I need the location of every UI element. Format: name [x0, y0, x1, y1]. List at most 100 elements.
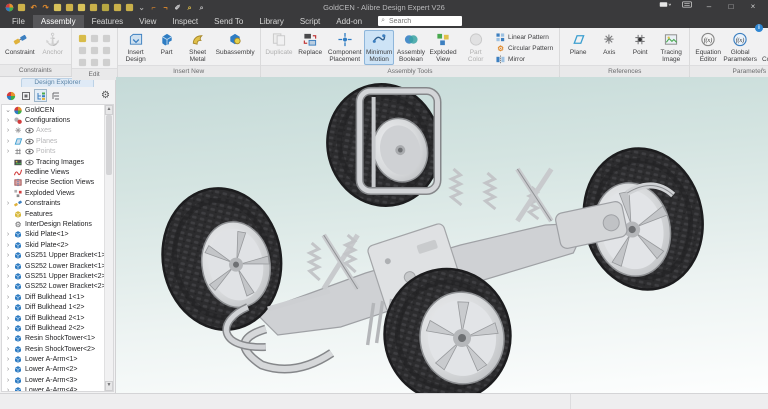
new-assembly-icon[interactable] [65, 3, 74, 12]
edit-tool-8-icon[interactable] [89, 57, 100, 68]
rc-car-model[interactable] [116, 77, 768, 393]
tree-item[interactable]: ›Lower A-Arm<3> [2, 375, 105, 385]
equation-editor-button[interactable]: f(x)Equation Editor [693, 30, 723, 65]
tracing-image-button[interactable]: Tracing Image [656, 30, 686, 65]
tree-item[interactable]: ›Skid Plate<2> [2, 240, 105, 250]
minimum-motion-button[interactable]: Minimum Motion [364, 30, 394, 65]
menu-view[interactable]: View [131, 15, 164, 28]
redo-icon[interactable]: ↷ [41, 3, 50, 12]
help-icon[interactable]: i [755, 24, 763, 32]
menu-inspect[interactable]: Inspect [164, 15, 206, 28]
expander-closed-icon[interactable]: › [5, 346, 11, 353]
expander-closed-icon[interactable]: › [5, 252, 11, 259]
expander-closed-icon[interactable]: › [5, 377, 11, 384]
edit-tool-7-icon[interactable] [77, 57, 88, 68]
zoom-search-icon[interactable]: ⌕ [197, 3, 206, 12]
menu-send-to[interactable]: Send To [206, 15, 251, 28]
keyboard-icon[interactable] [676, 0, 698, 14]
tree-item[interactable]: Features [2, 209, 105, 219]
tree-item[interactable]: ›✳Axes [2, 126, 105, 136]
duplicate-button[interactable]: Duplicate [264, 30, 295, 57]
anchor-button[interactable]: ⚓Anchor [38, 30, 68, 57]
tree-scrollbar[interactable]: ▲ ▼ [104, 105, 113, 391]
scroll-up-icon[interactable]: ▲ [105, 105, 113, 115]
tree-item[interactable]: ›Constraints [2, 199, 105, 209]
menu-add-on[interactable]: Add-on [328, 15, 370, 28]
eye-icon[interactable] [25, 148, 34, 155]
tree-item[interactable]: Redline Views [2, 167, 105, 177]
expander-closed-icon[interactable]: › [5, 263, 11, 270]
recent-dropdown-icon[interactable]: ⌄ [137, 3, 146, 12]
part-button[interactable]: Part [152, 30, 182, 57]
measure-icon[interactable]: ✐ [173, 3, 182, 12]
axis-button[interactable]: ✳Axis [594, 30, 624, 57]
expander-closed-icon[interactable]: › [5, 127, 11, 134]
new-configuration-button[interactable]: New Configuration [757, 30, 768, 65]
close-button[interactable]: × [742, 0, 764, 14]
part-color-button[interactable]: Part Color [459, 30, 492, 65]
expander-closed-icon[interactable]: › [5, 273, 11, 280]
tree-item[interactable]: ›Diff Bulkhead 1<1> [2, 292, 105, 302]
tree-item[interactable]: ›Lower A-Arm<1> [2, 354, 105, 364]
tree-item[interactable]: ›Lower A-Arm<4> [2, 386, 105, 391]
tree-item[interactable]: Exploded Views [2, 188, 105, 198]
tree-item[interactable]: ›Lower A-Arm<2> [2, 365, 105, 375]
expander-open-icon[interactable]: ⌄ [5, 106, 11, 114]
constraint-button[interactable]: Constraint [3, 30, 37, 57]
menu-library[interactable]: Library [251, 15, 291, 28]
point-button[interactable]: Point [625, 30, 655, 57]
app-logo-icon[interactable] [5, 3, 14, 12]
global-parameters-button[interactable]: f(x)Global Parameters [724, 30, 756, 65]
expander-closed-icon[interactable]: › [5, 335, 11, 342]
subassembly-button[interactable]: Subassembly [214, 30, 257, 57]
display-mode-icon[interactable] [654, 0, 676, 14]
expander-closed-icon[interactable]: › [5, 366, 11, 373]
tree-item[interactable]: ›Planes [2, 136, 105, 146]
new-part-icon[interactable] [53, 3, 62, 12]
expander-closed-icon[interactable]: › [5, 315, 11, 322]
insert-design-button[interactable]: Insert Design [121, 30, 151, 65]
tree-item[interactable]: ⚙InterDesign Relations [2, 219, 105, 229]
expander-closed-icon[interactable]: › [5, 231, 11, 238]
appearance-sphere-icon[interactable] [5, 90, 16, 101]
expander-closed-icon[interactable]: › [5, 387, 11, 391]
edit-tool-4-icon[interactable] [77, 45, 88, 56]
edit-tool-2-icon[interactable] [89, 33, 100, 44]
maximize-button[interactable]: □ [720, 0, 742, 14]
tree-item[interactable]: Tracing Images [2, 157, 105, 167]
exploded-view-button[interactable]: Exploded View [428, 30, 459, 65]
tree-item[interactable]: ›Skid Plate<1> [2, 230, 105, 240]
hierarchy-view-icon[interactable] [50, 90, 61, 101]
expander-closed-icon[interactable]: › [5, 325, 11, 332]
expander-closed-icon[interactable]: › [5, 200, 11, 207]
expander-closed-icon[interactable]: › [5, 283, 11, 290]
plane-button[interactable]: Plane [563, 30, 593, 57]
sheet-metal-button[interactable]: Sheet Metal [183, 30, 213, 65]
save-icon[interactable] [17, 3, 26, 12]
tree-item[interactable]: ›GS251 Upper Bracket<2> [2, 271, 105, 281]
new-sheet-icon[interactable] [77, 3, 86, 12]
expander-closed-icon[interactable]: › [5, 148, 11, 155]
tree-item[interactable]: ›Diff Bulkhead 2<2> [2, 323, 105, 333]
model-viewport[interactable] [116, 77, 768, 393]
edit-tool-5-icon[interactable] [89, 45, 100, 56]
tree-item[interactable]: ›Diff Bulkhead 1<2> [2, 302, 105, 312]
tree-view-icon[interactable] [35, 90, 46, 101]
assembly-boolean-button[interactable]: Assembly Boolean [395, 30, 427, 65]
linear-pattern-button[interactable]: Linear Pattern [496, 33, 553, 42]
open-pack-icon[interactable] [101, 3, 110, 12]
view-next-icon[interactable]: ¬ [161, 3, 170, 12]
edit-tool-3-icon[interactable] [101, 33, 112, 44]
tree-item[interactable]: ›Points [2, 147, 105, 157]
expander-closed-icon[interactable]: › [5, 294, 11, 301]
expander-closed-icon[interactable]: › [5, 117, 11, 124]
gear-icon[interactable]: ⚙ [101, 90, 110, 101]
import-doc-icon[interactable] [113, 3, 122, 12]
tire-rear-left[interactable] [315, 77, 453, 218]
scrollbar-thumb[interactable] [106, 115, 112, 175]
minimize-button[interactable]: – [698, 0, 720, 14]
tree-item[interactable]: ›Diff Bulkhead 2<1> [2, 313, 105, 323]
reference-box-icon[interactable] [20, 90, 31, 101]
component-placement-button[interactable]: Component Placement [326, 30, 363, 65]
search-box[interactable]: ⌕ [378, 16, 462, 26]
